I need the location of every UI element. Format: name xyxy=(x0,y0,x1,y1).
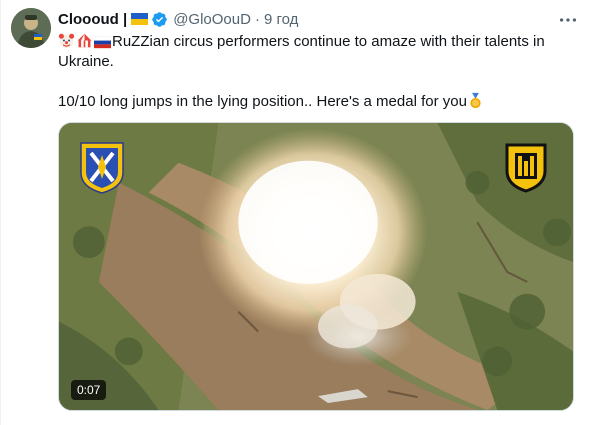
circus-tent-icon xyxy=(77,33,92,48)
video-player[interactable]: 0:07 xyxy=(58,122,574,411)
medal-icon xyxy=(470,92,481,109)
tweet-line-1-text: RuZZian circus performers continue to am… xyxy=(58,33,545,70)
display-name[interactable]: Cloooud | xyxy=(58,11,127,28)
video-duration: 0:07 xyxy=(71,380,107,400)
tweet-line-2-text: 10/10 long jumps in the lying position..… xyxy=(58,93,467,110)
tweet-header: Cloooud | @GloOouD · 9 год xyxy=(58,9,298,29)
more-options-icon[interactable] xyxy=(557,10,579,30)
unit-insignia-left-icon xyxy=(80,142,124,194)
video-frame xyxy=(59,123,573,410)
user-handle[interactable]: @GloOouD xyxy=(173,11,251,28)
clown-face-icon xyxy=(58,33,75,49)
russia-flag-icon xyxy=(94,36,111,49)
tweet-text: RuZZian circus performers continue to am… xyxy=(58,32,578,112)
timestamp[interactable]: 9 год xyxy=(264,11,298,28)
avatar[interactable] xyxy=(11,8,51,48)
unit-insignia-right-icon xyxy=(505,143,547,193)
verified-badge-icon xyxy=(152,11,167,27)
ukraine-flag-icon xyxy=(131,13,149,25)
separator-dot: · xyxy=(254,10,260,28)
tweet-line-1: RuZZian circus performers continue to am… xyxy=(58,32,578,72)
avatar-image xyxy=(11,8,51,48)
tweet-line-2: 10/10 long jumps in the lying position..… xyxy=(58,92,578,112)
tweet[interactable]: Cloooud | @GloOouD · 9 год RuZZian circu… xyxy=(0,0,591,425)
